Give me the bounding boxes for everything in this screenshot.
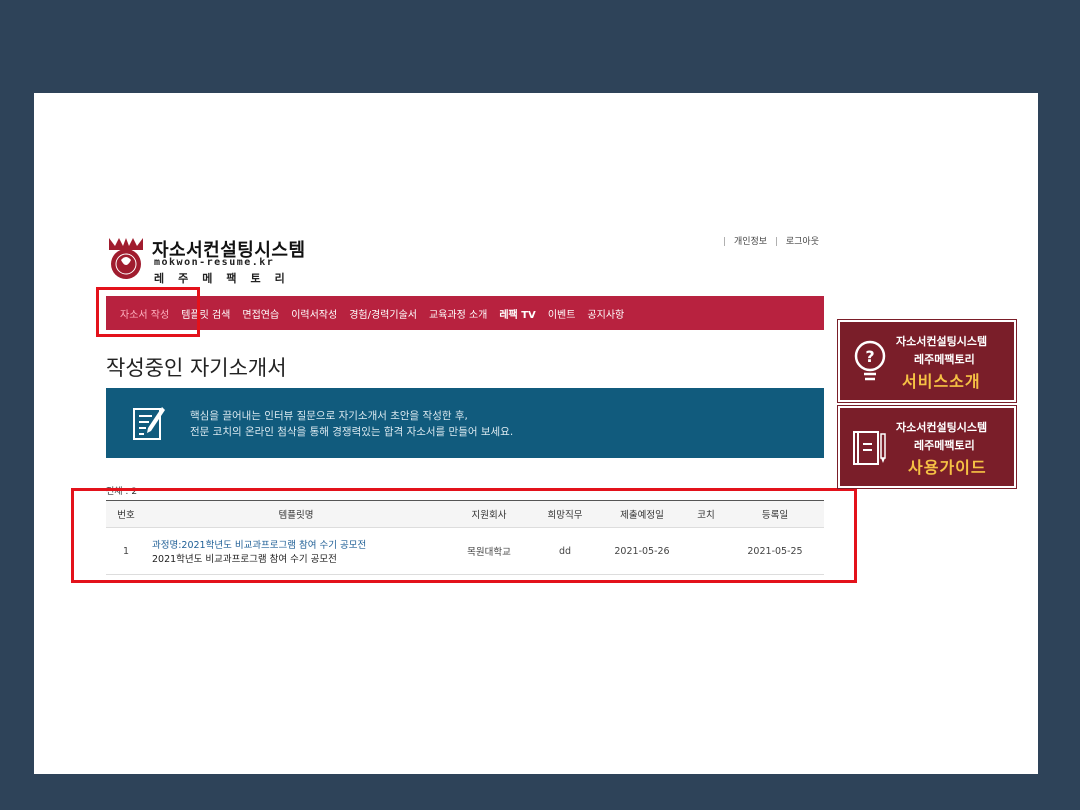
side-banner-line2: 레주메팩토리 (914, 439, 975, 452)
logout-link[interactable]: 로그아웃 (781, 237, 824, 247)
nav-highlight-box (96, 287, 200, 337)
nav-interview-practice[interactable]: 면접연습 (242, 306, 279, 321)
side-banner-title: 사용가이드 (908, 458, 987, 477)
page-title: 작성중인 자기소개서 (106, 356, 287, 380)
svg-text:?: ? (865, 347, 874, 366)
side-banner-line2: 레주메팩토리 (914, 353, 975, 366)
side-banner-title: 서비스소개 (902, 372, 981, 391)
nav-cv-writing[interactable]: 이력서작성 (291, 306, 337, 321)
divider: | (774, 237, 778, 247)
user-guide-banner[interactable]: 자소서컨설팅시스템 레주메팩토리 사용가이드 (837, 405, 1017, 489)
nav-event[interactable]: 이벤트 (548, 306, 576, 321)
university-emblem-icon (109, 238, 143, 279)
side-banner-line1: 자소서컨설팅시스템 (896, 421, 988, 434)
main-nav: 자소서 작성 템플릿 검색 면접연습 이력서작성 경험/경력기술서 교육과정 소… (106, 296, 824, 330)
nav-career-statement[interactable]: 경험/경력기술서 (349, 306, 417, 321)
banner-line-1: 핵심을 끌어내는 인터뷰 질문으로 자기소개서 초안을 작성한 후, (190, 410, 468, 422)
logo-domain: mokwon-resume.kr (154, 257, 275, 268)
service-intro-banner[interactable]: ? 자소서컨설팅시스템 레주메팩토리 서비스소개 (837, 319, 1017, 403)
nav-course-intro[interactable]: 교육과정 소개 (429, 306, 487, 321)
book-pen-icon (853, 431, 886, 465)
table-highlight-box (71, 488, 857, 583)
lightbulb-question-icon: ? (854, 340, 886, 381)
side-banner-line1: 자소서컨설팅시스템 (896, 335, 988, 348)
divider: | (723, 237, 727, 247)
banner-line-2: 전문 코치의 온라인 첨삭을 통해 경쟁력있는 합격 자소서를 만들어 보세요. (190, 426, 514, 438)
nav-notice[interactable]: 공지사항 (587, 306, 624, 321)
nav-refac-tv[interactable]: 레팩 TV (499, 306, 535, 321)
banner-text: 핵심을 끌어내는 인터뷰 질문으로 자기소개서 초안을 작성한 후, 전문 코치… (190, 408, 513, 440)
privacy-link[interactable]: 개인정보 (729, 237, 772, 247)
top-links: | 개인정보 | 로그아웃 (723, 234, 824, 247)
logo-subtitle: 레주메팩토리 (154, 272, 299, 285)
info-banner: 핵심을 끌어내는 인터뷰 질문으로 자기소개서 초안을 작성한 후, 전문 코치… (106, 388, 824, 458)
document-pen-icon (133, 407, 165, 440)
